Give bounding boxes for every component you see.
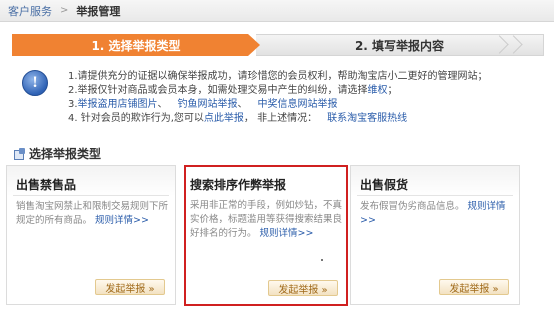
- notice-line-3-prefix: 3.: [68, 99, 78, 110]
- breadcrumb: 客户服务 > 举报管理: [0, 0, 554, 22]
- report-card-search-ranking-cheating: 搜索排序作弊举报 采用非正常的手段，例如炒钻，不真实价格，标题滥用等获得搜索结果…: [184, 165, 348, 306]
- notice-separator: 、: [157, 99, 168, 110]
- info-icon: !: [22, 70, 48, 96]
- step-1-select-type: 1. 选择举报类型: [12, 34, 260, 56]
- card-divider: [13, 195, 169, 196]
- cursor-dot: [321, 259, 323, 261]
- category-icon: [14, 148, 26, 160]
- initiate-report-button[interactable]: 发起举报 »: [268, 280, 338, 296]
- breadcrumb-separator: >: [60, 5, 69, 16]
- initiate-report-button[interactable]: 发起举报 »: [439, 279, 509, 295]
- section-title: 选择举报类型: [29, 147, 102, 161]
- step-2-fill-content: 2. 填写举报内容: [256, 34, 544, 56]
- notice-list: 1.请提供充分的证据以确保举报成功，请珍惜您的会员权利，帮助淘宝店小二更好的管理…: [68, 70, 548, 126]
- card-title: 出售假货: [360, 178, 409, 192]
- notice-item-2: 2.举报仅针对商品或会员本身，如需处理交易中产生的纠纷，请选择维权；: [68, 84, 548, 98]
- step-2-label: 2. 填写举报内容: [354, 38, 445, 53]
- rule-details-link[interactable]: 规则详情>>: [95, 215, 149, 226]
- notice-line-4-text-2: ， 非上述情况：: [243, 113, 318, 124]
- step-1-label: 1. 选择举报类型: [91, 38, 181, 53]
- card-title: 出售禁售品: [16, 178, 77, 192]
- breadcrumb-link-customer-service[interactable]: 客户服务: [8, 3, 52, 19]
- report-card-counterfeit-goods: 出售假货 发布假冒伪劣商品信息。 规则详情>> 发起举报 »: [350, 165, 520, 305]
- step-arrows-decoration: [489, 35, 529, 57]
- card-divider: [357, 195, 513, 196]
- report-phishing-link[interactable]: 钓鱼网站举报: [178, 99, 238, 110]
- notice-line-4-text: 4. 针对会员的欺诈行为,您可以: [68, 113, 204, 124]
- notice-line-1: 1.请提供充分的证据以确保举报成功，请珍惜您的会员权利，帮助淘宝店小二更好的管理…: [68, 71, 488, 82]
- section-header: 选择举报类型: [14, 145, 101, 162]
- breadcrumb-current: 举报管理: [76, 4, 121, 18]
- initiate-report-button[interactable]: 发起举报 »: [95, 279, 165, 295]
- rights-protection-link[interactable]: 维权: [368, 85, 388, 96]
- report-fraud-link[interactable]: 点此举报: [204, 113, 244, 124]
- card-title: 搜索排序作弊举报: [190, 178, 287, 192]
- report-card-prohibited-items: 出售禁售品 销售淘宝网禁止和限制交易规则下所规定的所有商品。 规则详情>> 发起…: [6, 165, 176, 305]
- notice-separator: 、: [237, 99, 248, 110]
- card-description: 采用非正常的手段，例如炒钻，不真实价格，标题滥用等获得搜索结果良好排名的行为。 …: [190, 199, 342, 241]
- step-progress-bar: 2. 填写举报内容 1. 选择举报类型: [12, 34, 544, 56]
- card-description: 销售淘宝网禁止和限制交易规则下所规定的所有商品。 规则详情>>: [16, 200, 168, 228]
- notice-line-2-text: 2.举报仅针对商品或会员本身，如需处理交易中产生的纠纷，请选择: [68, 85, 368, 96]
- notice-item-1: 1.请提供充分的证据以确保举报成功，请珍惜您的会员权利，帮助淘宝店小二更好的管理…: [68, 70, 548, 84]
- notice-line-2-end: ；: [387, 85, 398, 96]
- report-prize-scam-link[interactable]: 中奖信息网站举报: [258, 99, 338, 110]
- notice-item-3: 3.举报盗用店铺图片、 钓鱼网站举报、 中奖信息网站举报: [68, 98, 548, 112]
- notice-item-4: 4. 针对会员的欺诈行为,您可以点此举报， 非上述情况： 联系淘宝客服热线: [68, 112, 548, 126]
- customer-hotline-link[interactable]: 联系淘宝客服热线: [327, 113, 407, 124]
- card-description: 发布假冒伪劣商品信息。 规则详情>>: [360, 200, 512, 228]
- report-stolen-images-link[interactable]: 举报盗用店铺图片: [78, 99, 158, 110]
- rule-details-link[interactable]: 规则详情>>: [260, 228, 314, 239]
- card-description-text: 发布假冒伪劣商品信息。: [360, 201, 465, 212]
